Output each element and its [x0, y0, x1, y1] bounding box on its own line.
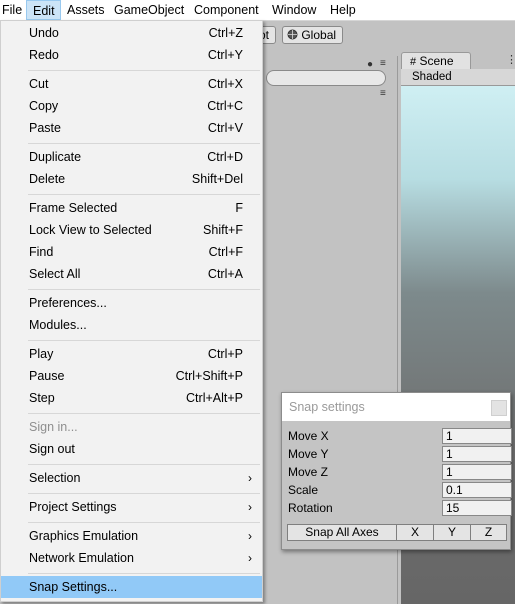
snap-row-label: Move X — [288, 429, 329, 443]
menu-separator — [28, 573, 260, 574]
global-toggle-label: Global — [301, 28, 337, 42]
menu-separator — [28, 194, 260, 195]
snap-row-scale: Scale 0.1 — [288, 481, 512, 499]
tab-scene-label: Scene — [419, 54, 454, 68]
menu-assets[interactable]: Assets — [67, 0, 105, 20]
menu-item-modules[interactable]: Modules... — [1, 314, 262, 336]
menu-item-play[interactable]: Play Ctrl+P — [1, 343, 262, 365]
chevron-right-icon: › — [248, 551, 252, 565]
menu-edit[interactable]: Edit — [26, 0, 61, 20]
menu-separator — [28, 340, 260, 341]
snap-settings-window: Snap settings Move X 1 Move Y 1 Move Z 1… — [281, 392, 512, 550]
snap-row-label: Scale — [288, 483, 319, 497]
menu-file[interactable]: File — [2, 0, 22, 20]
menu-item-project-settings[interactable]: Project Settings › — [1, 496, 262, 518]
menu-item-graphics-emulation[interactable]: Graphics Emulation › — [1, 525, 262, 547]
move-x-field[interactable]: 1 — [442, 428, 512, 444]
hierarchy-search-input[interactable] — [266, 70, 386, 86]
move-z-field[interactable]: 1 — [442, 464, 512, 480]
menu-item-network-emulation[interactable]: Network Emulation › — [1, 547, 262, 569]
tab-scene[interactable]: # Scene — [401, 52, 471, 69]
snap-row-move-y: Move Y 1 — [288, 445, 512, 463]
edit-menu: Undo Ctrl+Z Redo Ctrl+Y Cut Ctrl+X Copy Ctrl… — [0, 20, 263, 602]
rotation-field[interactable]: 15 — [442, 500, 512, 516]
scene-toolbar: Shaded — [401, 69, 515, 86]
menu-item-redo[interactable]: Redo Ctrl+Y — [1, 44, 262, 66]
snap-row-move-z: Move Z 1 — [288, 463, 512, 481]
snap-y-button[interactable]: Y — [433, 524, 471, 541]
menu-item-copy[interactable]: Copy Ctrl+C — [1, 95, 262, 117]
snap-row-rotation: Rotation 15 — [288, 499, 512, 517]
menu-gameobject[interactable]: GameObject — [114, 0, 184, 20]
menu-item-duplicate[interactable]: Duplicate Ctrl+D — [1, 146, 262, 168]
snap-settings-title: Snap settings — [289, 400, 365, 414]
menu-item-snap-settings[interactable]: Snap Settings... — [1, 576, 262, 598]
menu-item-cut[interactable]: Cut Ctrl+X — [1, 73, 262, 95]
global-toggle-button[interactable]: Global — [282, 26, 343, 44]
menu-item-paste[interactable]: Paste Ctrl+V — [1, 117, 262, 139]
move-y-field[interactable]: 1 — [442, 446, 512, 462]
shading-mode-dropdown[interactable]: Shaded — [412, 71, 452, 83]
menu-component[interactable]: Component — [194, 0, 259, 20]
snap-row-label: Move Y — [288, 447, 329, 461]
menu-separator — [28, 70, 260, 71]
scale-field[interactable]: 0.1 — [442, 482, 512, 498]
menu-item-selection[interactable]: Selection › — [1, 467, 262, 489]
menu-separator — [28, 522, 260, 523]
snap-settings-titlebar[interactable]: Snap settings — [282, 393, 510, 421]
menu-item-sign-in[interactable]: Sign in... — [1, 416, 262, 438]
menu-separator — [28, 493, 260, 494]
snap-all-axes-button[interactable]: Snap All Axes — [287, 524, 397, 541]
chevron-right-icon: › — [248, 500, 252, 514]
menu-item-lock-view[interactable]: Lock View to Selected Shift+F — [1, 219, 262, 241]
menu-separator — [28, 143, 260, 144]
snap-row-label: Move Z — [288, 465, 329, 479]
menu-item-undo[interactable]: Undo Ctrl+Z — [1, 22, 262, 44]
menu-item-pause[interactable]: Pause Ctrl+Shift+P — [1, 365, 262, 387]
snap-row-move-x: Move X 1 — [288, 427, 512, 445]
menu-item-frame-selected[interactable]: Frame Selected F — [1, 197, 262, 219]
snap-x-button[interactable]: X — [396, 524, 434, 541]
menu-item-preferences[interactable]: Preferences... — [1, 292, 262, 314]
grid-icon: # — [410, 56, 417, 68]
menu-item-sign-out[interactable]: Sign out — [1, 438, 262, 460]
panel-menu-icon[interactable]: ≡ — [380, 58, 386, 69]
menu-item-find[interactable]: Find Ctrl+F — [1, 241, 262, 263]
globe-icon — [287, 29, 298, 40]
menu-help[interactable]: Help — [330, 0, 356, 20]
menu-item-select-all[interactable]: Select All Ctrl+A — [1, 263, 262, 285]
close-button[interactable] — [491, 400, 507, 416]
chevron-right-icon: › — [248, 529, 252, 543]
window-menu-icon[interactable]: ⋮ — [506, 53, 515, 66]
menu-window[interactable]: Window — [272, 0, 316, 20]
snap-z-button[interactable]: Z — [470, 524, 507, 541]
menu-separator — [28, 289, 260, 290]
menu-separator — [28, 413, 260, 414]
panel-menu-icon-2[interactable]: ≡ — [380, 88, 386, 99]
menu-item-step[interactable]: Step Ctrl+Alt+P — [1, 387, 262, 409]
menu-separator — [28, 464, 260, 465]
menu-item-delete[interactable]: Delete Shift+Del — [1, 168, 262, 190]
snap-row-label: Rotation — [288, 501, 333, 515]
lock-icon[interactable]: ● — [367, 59, 373, 70]
menu-bar: File Edit Assets GameObject Component Wi… — [0, 0, 515, 21]
chevron-right-icon: › — [248, 471, 252, 485]
